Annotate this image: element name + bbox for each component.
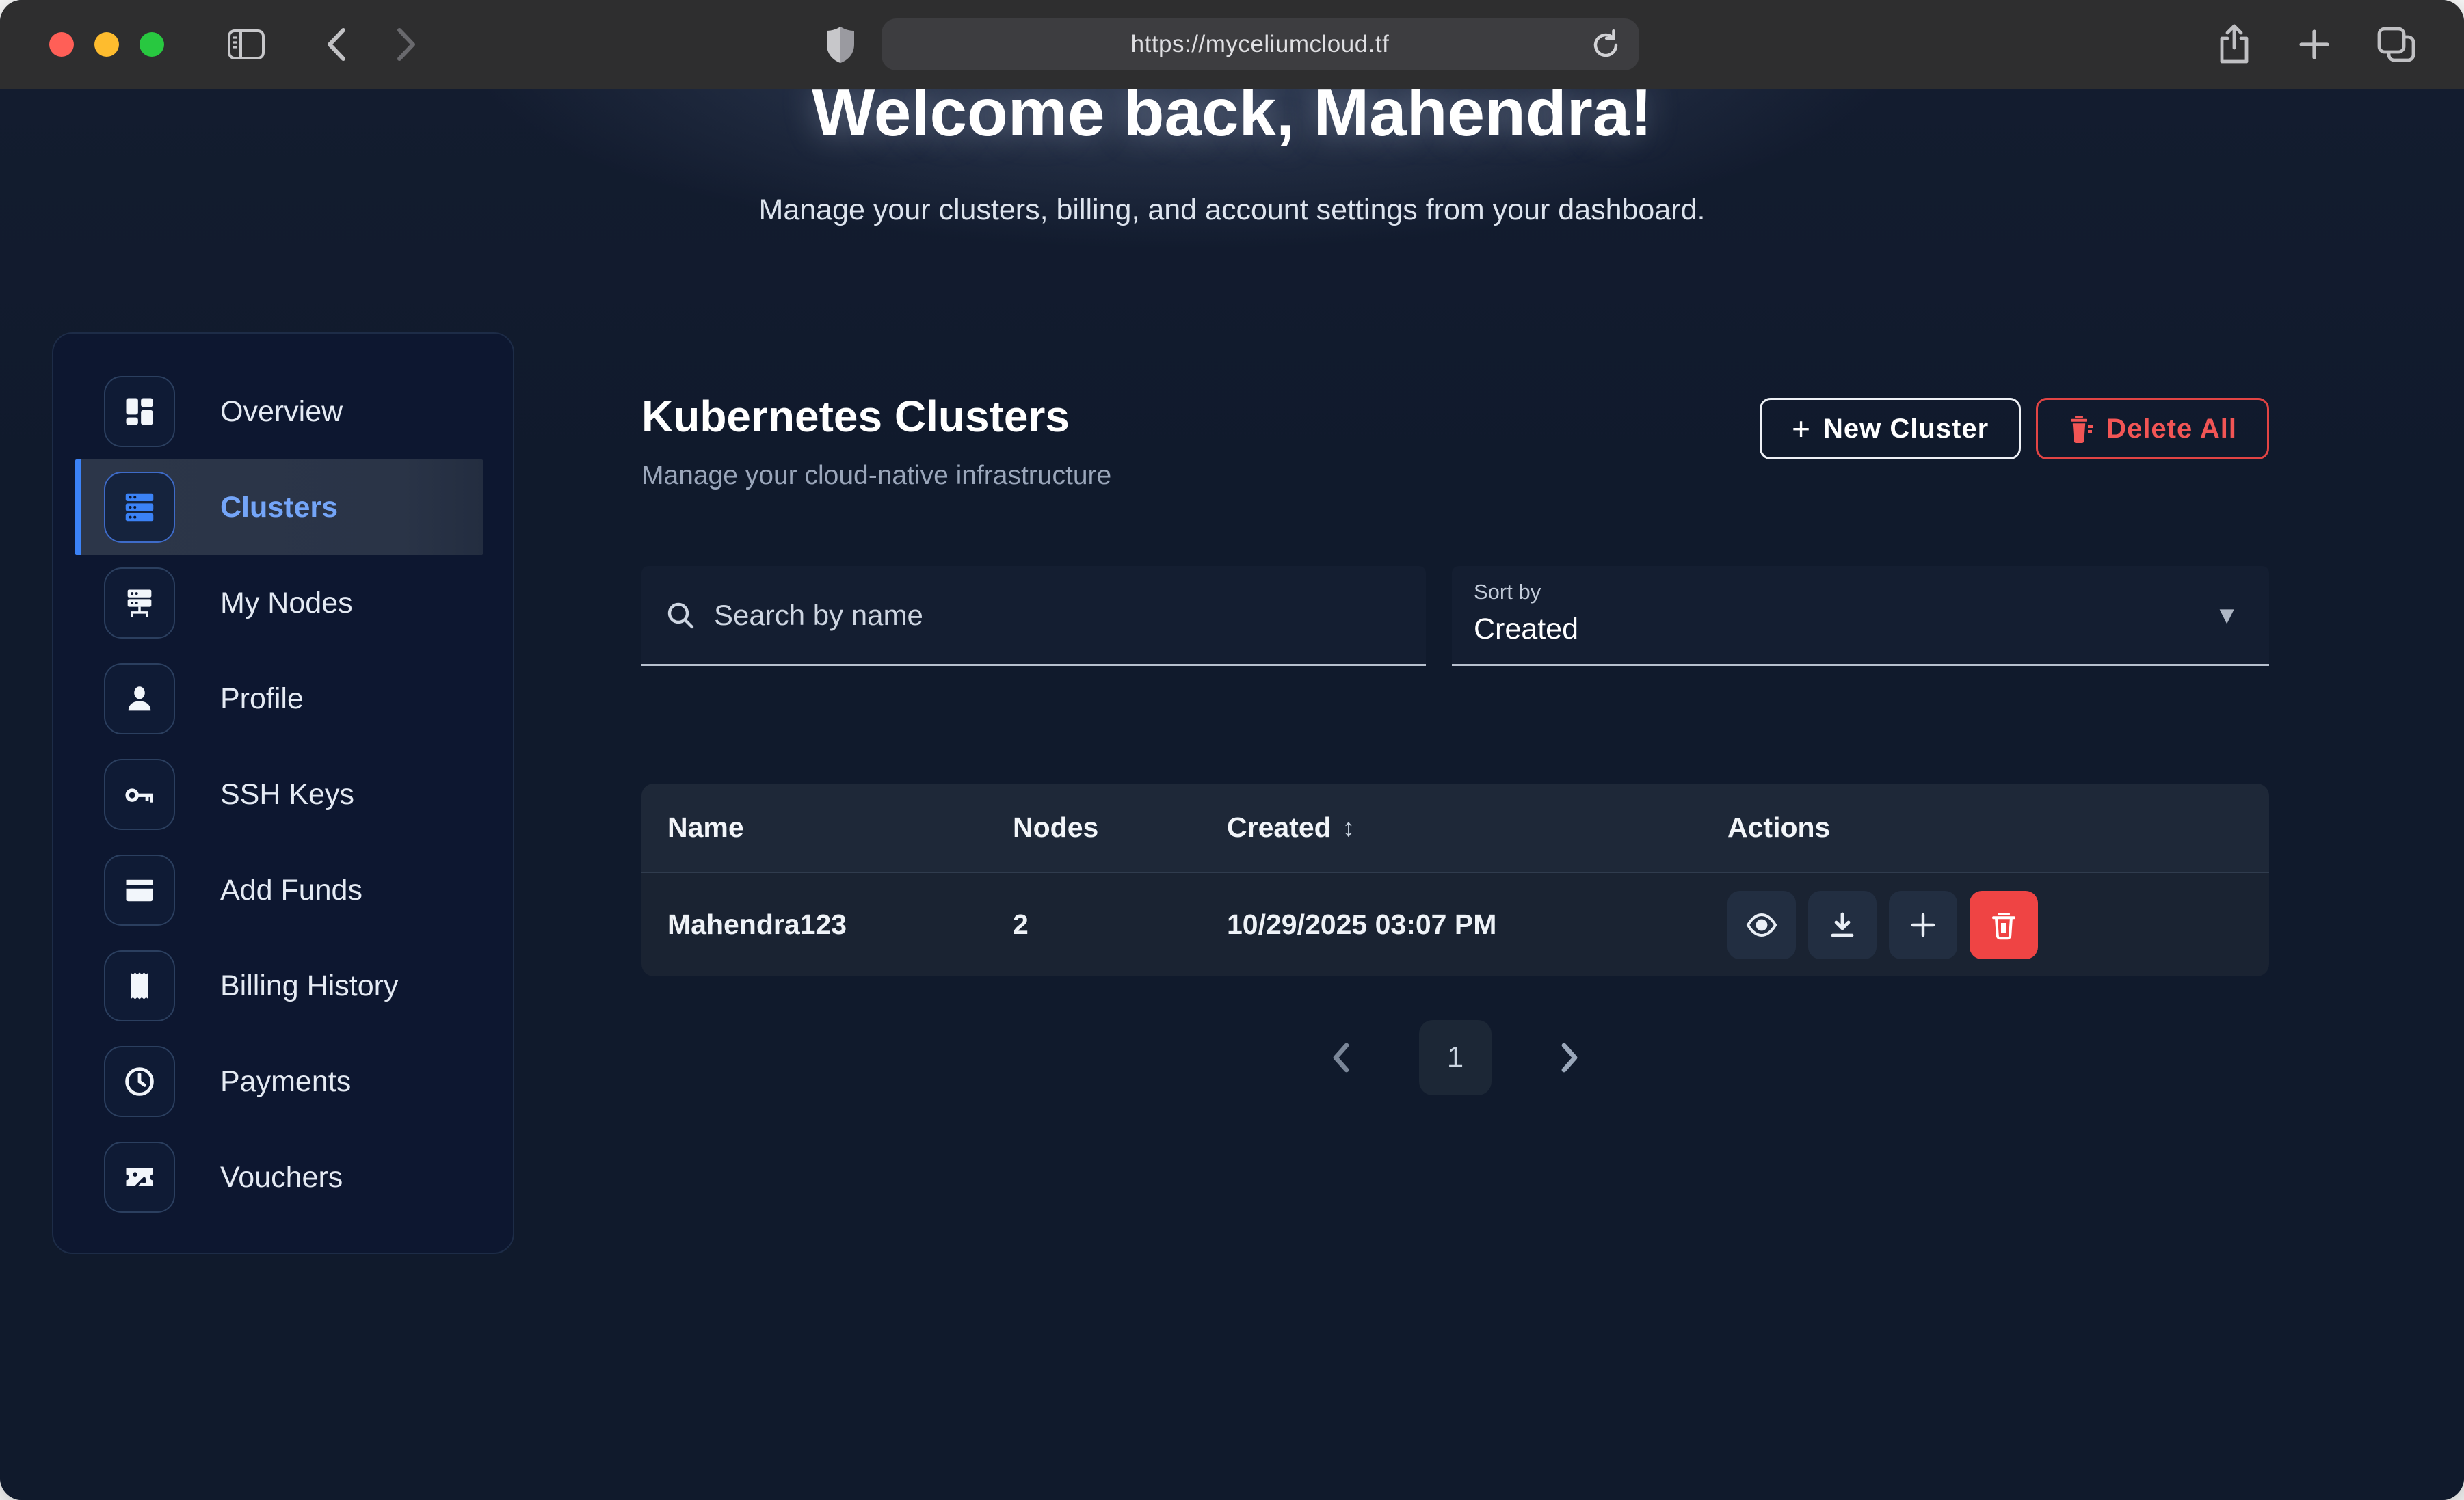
add-node-button[interactable] [1889, 891, 1957, 959]
search-input[interactable] [714, 599, 1403, 632]
sidebar-item-label: SSH Keys [220, 778, 354, 812]
credit-card-icon [104, 855, 175, 926]
reload-icon[interactable] [1590, 27, 1621, 62]
browser-chrome: https://myceliumcloud.tf [0, 0, 2464, 89]
plus-icon [1908, 910, 1938, 940]
cell-cluster-created: 10/29/2025 03:07 PM [1201, 909, 1701, 941]
sidebar-item-my-nodes[interactable]: My Nodes [53, 555, 513, 651]
nodes-icon [104, 567, 175, 639]
privacy-shield-icon [825, 25, 856, 64]
profile-icon [104, 663, 175, 734]
eye-icon [1745, 911, 1778, 939]
share-icon[interactable] [2216, 23, 2252, 66]
search-icon [665, 600, 696, 631]
key-icon [104, 759, 175, 830]
sidebar-item-profile[interactable]: Profile [53, 651, 513, 747]
page-number-button[interactable]: 1 [1419, 1020, 1492, 1095]
previous-page-icon[interactable] [1327, 1040, 1355, 1075]
plus-icon: + [1792, 410, 1811, 447]
column-header-nodes: Nodes [987, 812, 1201, 844]
clusters-table: Name Nodes Created ↕ Actions [641, 784, 2269, 976]
pagination: 1 [641, 1020, 2269, 1095]
sidebar-toggle-icon[interactable] [227, 29, 265, 60]
chevron-down-icon: ▼ [2214, 601, 2239, 630]
cell-cluster-name: Mahendra123 [641, 909, 987, 941]
column-header-actions: Actions [1701, 812, 2269, 844]
back-icon[interactable] [324, 26, 349, 63]
trash-icon [2068, 414, 2094, 443]
sidebar-item-label: Profile [220, 682, 304, 716]
browser-window: https://myceliumcloud.tf [0, 0, 2464, 1500]
forward-icon[interactable] [394, 26, 419, 63]
column-header-created[interactable]: Created ↕ [1201, 812, 1701, 844]
zoom-window-button[interactable] [140, 32, 164, 57]
sidebar-item-vouchers[interactable]: Vouchers [53, 1129, 513, 1225]
sidebar-item-clusters[interactable]: Clusters [75, 459, 483, 555]
column-header-name: Name [641, 812, 987, 844]
delete-cluster-button[interactable] [1970, 891, 2038, 959]
sidebar-nav: Overview Clusters [52, 332, 514, 1254]
sidebar-item-overview[interactable]: Overview [53, 364, 513, 459]
cell-cluster-nodes: 2 [987, 909, 1201, 941]
search-box [641, 566, 1426, 666]
sidebar-item-label: Add Funds [220, 874, 362, 907]
new-cluster-button[interactable]: + New Cluster [1760, 398, 2021, 459]
sidebar-item-label: Vouchers [220, 1161, 343, 1194]
sidebar-item-label: My Nodes [220, 587, 353, 620]
url-text: https://myceliumcloud.tf [1131, 31, 1390, 58]
sidebar-item-label: Billing History [220, 969, 398, 1003]
sort-arrows-icon[interactable]: ↕ [1342, 814, 1355, 842]
sidebar-item-label: Payments [220, 1065, 351, 1099]
clusters-icon [104, 472, 175, 543]
address-bar[interactable]: https://myceliumcloud.tf [882, 18, 1639, 70]
minimize-window-button[interactable] [94, 32, 119, 57]
hero-section: Welcome back, Mahendra! Manage your clus… [0, 89, 2464, 227]
close-window-button[interactable] [49, 32, 74, 57]
welcome-title: Welcome back, Mahendra! [0, 89, 2464, 151]
next-page-icon[interactable] [1556, 1040, 1583, 1075]
download-icon [1827, 910, 1857, 940]
sidebar-item-billing-history[interactable]: Billing History [53, 938, 513, 1034]
sidebar-item-label: Clusters [220, 491, 338, 524]
sort-label: Sort by [1474, 580, 2269, 604]
sidebar-item-payments[interactable]: Payments [53, 1034, 513, 1129]
ticket-icon [104, 1142, 175, 1213]
page-subtitle: Manage your cloud-native infrastructure [641, 461, 1111, 491]
tabs-overview-icon[interactable] [2376, 26, 2416, 63]
page-title: Kubernetes Clusters [641, 391, 1111, 442]
sort-dropdown[interactable]: Sort by Created ▼ [1452, 566, 2269, 666]
sidebar-item-label: Overview [220, 395, 343, 429]
delete-all-button[interactable]: Delete All [2036, 398, 2269, 459]
table-row: Mahendra123 2 10/29/2025 03:07 PM [641, 872, 2269, 976]
row-actions [1701, 891, 2269, 959]
page-content: Welcome back, Mahendra! Manage your clus… [0, 89, 2464, 1500]
welcome-subtitle: Manage your clusters, billing, and accou… [0, 193, 2464, 227]
new-tab-icon[interactable] [2296, 26, 2333, 63]
table-header-row: Name Nodes Created ↕ Actions [641, 784, 2269, 872]
main-content: Kubernetes Clusters Manage your cloud-na… [641, 332, 2269, 1254]
view-cluster-button[interactable] [1727, 891, 1796, 959]
sidebar-item-add-funds[interactable]: Add Funds [53, 842, 513, 938]
clock-icon [104, 1046, 175, 1117]
dashboard-icon [104, 376, 175, 447]
sort-value: Created [1474, 613, 2269, 646]
trash-icon [1990, 910, 2017, 940]
receipt-icon [104, 950, 175, 1021]
traffic-lights [49, 32, 164, 57]
download-kubeconfig-button[interactable] [1808, 891, 1877, 959]
sidebar-item-ssh-keys[interactable]: SSH Keys [53, 747, 513, 842]
